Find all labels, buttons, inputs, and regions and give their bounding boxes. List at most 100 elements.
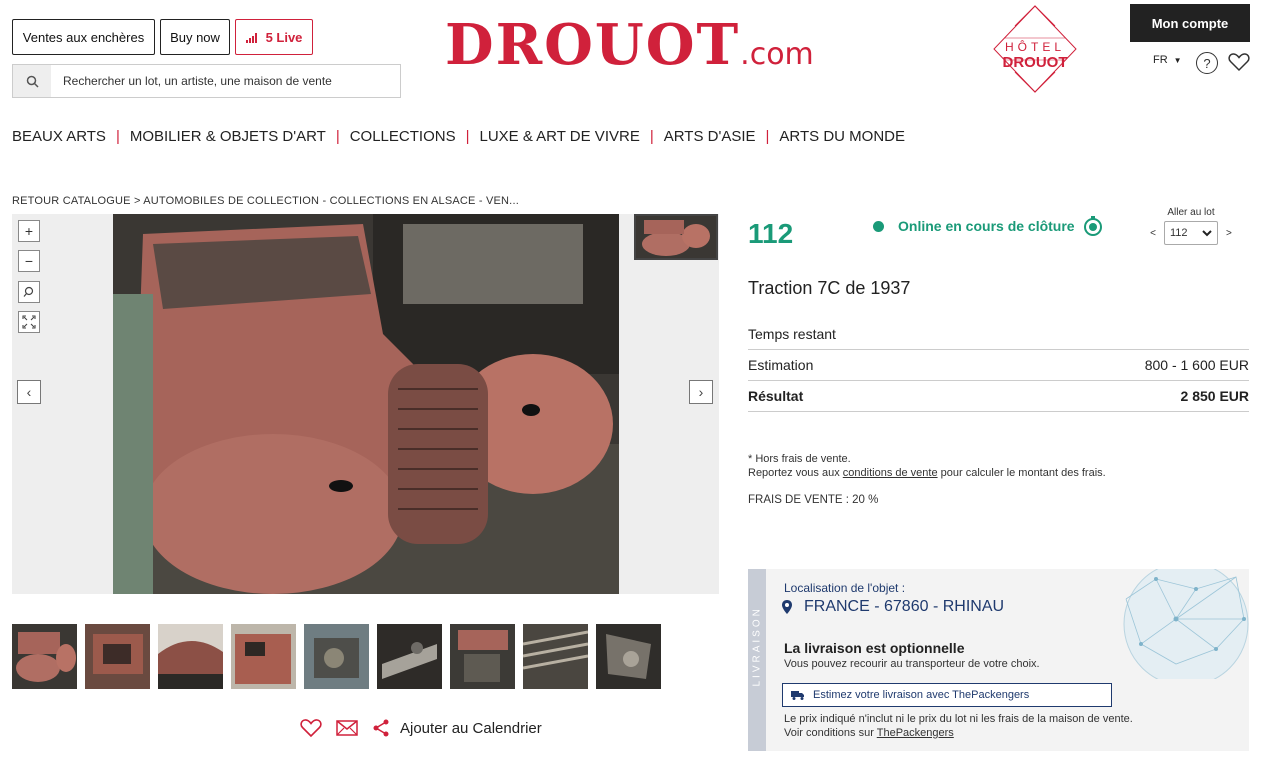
thumbnail-strip: [12, 624, 661, 689]
resultat-value: 2 850 EUR: [1180, 388, 1249, 404]
nav-separator: |: [465, 128, 470, 145]
next-lot-button[interactable]: >: [1226, 228, 1232, 239]
share-icon: [373, 719, 389, 737]
nav-separator: |: [649, 128, 654, 145]
thumbnail[interactable]: [231, 624, 296, 689]
heart-icon[interactable]: [300, 718, 322, 738]
add-to-calendar-button[interactable]: Ajouter au Calendrier: [372, 719, 542, 737]
location-value: FRANCE - 67860 - RHINAU: [804, 598, 1005, 615]
selected-thumbnail[interactable]: [634, 214, 718, 260]
caret-down-icon: ▼: [1173, 55, 1182, 65]
lot-status: Online en cours de clôture: [873, 216, 1103, 236]
thumbnail[interactable]: [377, 624, 442, 689]
aller-label: Aller au lot: [1167, 207, 1215, 218]
zoom-out-label: −: [24, 253, 34, 269]
next-image-button[interactable]: ›: [689, 380, 713, 404]
main-lot-image[interactable]: [113, 214, 619, 594]
lot-actions: Ajouter au Calendrier: [300, 718, 542, 738]
disclaimer: Le prix indiqué n'inclut ni le prix du l…: [784, 713, 1133, 725]
estimate-delivery-label: Estimez votre livraison avec ThePackenge…: [813, 689, 1030, 701]
lot-select[interactable]: 112: [1164, 221, 1218, 245]
estimation-label: Estimation: [748, 357, 814, 373]
fullscreen-button[interactable]: [18, 311, 40, 333]
envelope-icon[interactable]: [336, 720, 358, 736]
hotel-line1: HÔTEL: [1004, 40, 1065, 54]
estimation-row: Estimation 800 - 1 600 EUR: [748, 357, 1249, 381]
thumbnail[interactable]: [523, 624, 588, 689]
live-signal-icon: [245, 33, 257, 43]
prev-lot-button[interactable]: <: [1150, 228, 1156, 239]
livraison-band-label: LIVRAISON: [751, 606, 763, 687]
nav-arts-asie[interactable]: ARTS D'ASIE: [664, 128, 756, 145]
search-input[interactable]: Rechercher un lot, un artiste, une maiso…: [51, 65, 332, 97]
nav-collections[interactable]: COLLECTIONS: [350, 128, 456, 145]
lot-number: 112: [748, 218, 794, 249]
voir-text: Voir conditions sur: [784, 727, 877, 739]
temps-row: Temps restant: [748, 326, 1249, 350]
thepackengers-link[interactable]: ThePackengers: [877, 727, 954, 739]
lot-select-value: 112: [1170, 227, 1188, 239]
globe-network-icon: [1123, 569, 1249, 679]
live-label: 5 Live: [265, 29, 303, 45]
nav-separator: |: [115, 128, 120, 145]
breadcrumb[interactable]: RETOUR CATALOGUE > AUTOMOBILES DE COLLEC…: [12, 195, 519, 207]
truck-icon: [791, 691, 804, 700]
reportez-text-b: pour calculer le montant des frais.: [937, 467, 1106, 479]
temps-label: Temps restant: [748, 326, 836, 342]
thumbnail[interactable]: [158, 624, 223, 689]
map-pin-icon: [782, 600, 792, 614]
frais-note: FRAIS DE VENTE : 20 %: [748, 494, 879, 506]
hors-frais-note: * Hors frais de vente.: [748, 453, 851, 465]
prev-image-button[interactable]: ‹: [17, 380, 41, 404]
search-bar[interactable]: Rechercher un lot, un artiste, une maiso…: [12, 64, 401, 98]
main-nav: BEAUX ARTS | MOBILIER & OBJETS D'ART | COL…: [12, 128, 905, 145]
thumbnail[interactable]: [596, 624, 661, 689]
help-icon[interactable]: ?: [1196, 52, 1218, 74]
zoom-in-button[interactable]: +: [18, 220, 40, 242]
nav-mobilier[interactable]: MOBILIER & OBJETS D'ART: [130, 128, 326, 145]
live-button[interactable]: 5 Live: [235, 19, 313, 55]
estimate-delivery-button[interactable]: Estimez votre livraison avec ThePackenge…: [782, 683, 1112, 707]
ventes-encheres-button[interactable]: Ventes aux enchères: [12, 19, 155, 55]
resultat-label: Résultat: [748, 388, 804, 404]
reportez-text-a: Reportez vous aux: [748, 467, 843, 479]
status-label: Online en cours de clôture: [898, 218, 1075, 234]
thumbnail[interactable]: [85, 624, 150, 689]
drouot-logo[interactable]: DROUOT.com: [445, 12, 814, 78]
image-viewer[interactable]: + − ‹ ›: [12, 214, 719, 594]
nav-separator: |: [765, 128, 770, 145]
add-to-calendar-label: Ajouter au Calendrier: [400, 719, 542, 737]
optional-sub: Vous pouvez recourir au transporteur de …: [784, 658, 1040, 670]
chevron-left-icon: ‹: [26, 384, 32, 400]
hotel-line2: DROUOT: [1002, 54, 1068, 71]
resultat-row: Résultat 2 850 EUR: [748, 388, 1249, 412]
chevron-right-icon: ›: [698, 384, 704, 400]
livraison-panel: LIVRAISON Localisation de l'objet : FRAN…: [748, 569, 1249, 751]
zoom-in-label: +: [24, 223, 34, 239]
favorites-heart-icon[interactable]: [1228, 52, 1250, 77]
nav-separator: |: [335, 128, 340, 145]
zoom-out-button[interactable]: −: [18, 250, 40, 272]
magnify-icon: [23, 286, 34, 297]
voir-conditions: Voir conditions sur ThePackengers: [784, 727, 954, 739]
conditions-link[interactable]: conditions de vente: [843, 467, 938, 479]
lot-title: Traction 7C de 1937: [748, 278, 911, 298]
thumbnail[interactable]: [12, 624, 77, 689]
magnify-button[interactable]: [18, 281, 40, 303]
mon-compte-label: Mon compte: [1151, 15, 1229, 31]
thumbnail[interactable]: [450, 624, 515, 689]
location: FRANCE - 67860 - RHINAU: [782, 598, 1004, 616]
nav-beaux-arts[interactable]: BEAUX ARTS: [12, 128, 106, 145]
language-selector[interactable]: FR ▼: [1153, 54, 1182, 66]
hotel-drouot-logo[interactable]: HÔTEL DROUOT: [990, 4, 1080, 94]
estimation-value: 800 - 1 600 EUR: [1144, 357, 1249, 373]
nav-arts-monde[interactable]: ARTS DU MONDE: [779, 128, 905, 145]
status-dot-icon: [873, 220, 884, 232]
nav-luxe[interactable]: LUXE & ART DE VIVRE: [479, 128, 639, 145]
mon-compte-button[interactable]: Mon compte: [1130, 4, 1250, 42]
buy-now-button[interactable]: Buy now: [160, 19, 230, 55]
buy-now-label: Buy now: [170, 29, 220, 45]
fullscreen-icon: [22, 315, 36, 329]
thumbnail[interactable]: [304, 624, 369, 689]
search-icon[interactable]: [13, 65, 51, 97]
